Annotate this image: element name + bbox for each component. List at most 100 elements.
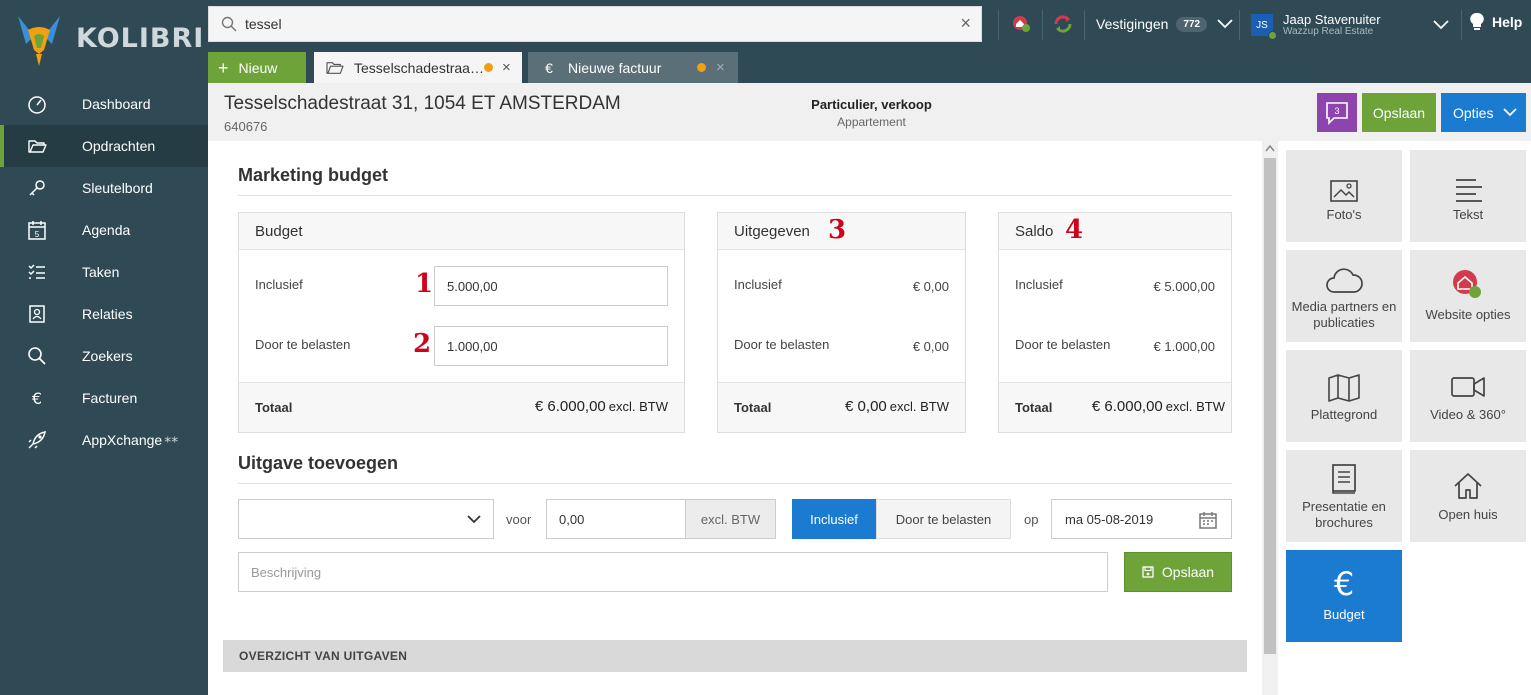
annotation-marker-1: 1 — [415, 269, 434, 299]
image-icon — [1286, 180, 1402, 202]
sidebar-item-relaties[interactable]: Relaties — [0, 293, 208, 335]
tile-fotos[interactable]: Foto's — [1286, 150, 1402, 242]
calendar-icon[interactable] — [1198, 510, 1218, 530]
tile-tekst[interactable]: Tekst — [1410, 150, 1526, 242]
plus-icon: + — [218, 57, 229, 78]
tile-open-huis[interactable]: Open huis — [1410, 450, 1526, 542]
sidebar-item-opdrachten[interactable]: Opdrachten — [0, 125, 208, 167]
kolibri-bird-icon — [14, 10, 64, 66]
app-logo[interactable]: KOLIBRI — [14, 10, 204, 66]
tile-video[interactable]: Video & 360° — [1410, 350, 1526, 442]
total-suffix: excl. BTW — [889, 399, 949, 414]
tile-label: Open huis — [1438, 507, 1498, 522]
expense-date-input[interactable]: ma 05-08-2019 — [1051, 499, 1232, 539]
options-label: Opties — [1453, 104, 1494, 121]
lightbulb-icon — [1470, 12, 1484, 30]
divider — [1084, 10, 1085, 40]
total-value: € 6.000,00 excl. BTW — [535, 398, 668, 415]
divider — [1042, 10, 1043, 40]
save-button[interactable]: Opslaan — [1362, 93, 1436, 132]
options-dropdown-button[interactable]: Opties — [1441, 93, 1526, 132]
card-header: Uitgegeven 3 — [718, 213, 965, 250]
scrollbar-thumb[interactable] — [1264, 158, 1276, 654]
sidebar-item-label: AppXchange ⁎⁎ — [82, 428, 179, 449]
sidebar-item-taken[interactable]: Taken — [0, 251, 208, 293]
tile-website-opties[interactable]: Website opties — [1410, 250, 1526, 342]
add-expense-save-button[interactable]: Opslaan — [1124, 552, 1232, 592]
toggle-inclusief[interactable]: Inclusief — [792, 499, 876, 539]
tab-tesselschadestraat[interactable]: Tesselschadestraa… × — [314, 52, 522, 83]
tile-label: Budget — [1323, 607, 1365, 622]
tile-plattegrond[interactable]: Plattegrond — [1286, 350, 1402, 442]
sidebar-item-facturen[interactable]: € Facturen — [0, 377, 208, 419]
scroll-up-arrow-icon[interactable] — [1265, 144, 1275, 152]
expense-category-select[interactable] — [238, 499, 494, 539]
tab-nieuwe-factuur[interactable]: € Nieuwe factuur × — [528, 52, 738, 83]
section-title-marketing-budget: Marketing budget — [238, 165, 389, 185]
row-value: € 5.000,00 — [1153, 279, 1215, 294]
chevron-down-icon — [467, 515, 481, 524]
tile-label: Website opties — [1425, 307, 1511, 322]
total-label: Totaal — [734, 400, 772, 415]
card-title: Uitgegeven — [734, 223, 810, 240]
tile-presentatie[interactable]: Presentatie en brochures — [1286, 450, 1402, 542]
tile-budget[interactable]: € Budget — [1286, 550, 1402, 642]
user-menu[interactable]: JS Jaap Stavenuiter Wazzup Real Estate — [1251, 10, 1449, 40]
sync-icon[interactable] — [1052, 13, 1074, 35]
expense-description-input[interactable]: Beschrijving — [238, 552, 1108, 592]
sidebar-item-sleutelbord[interactable]: Sleutelbord — [0, 167, 208, 209]
close-tab-icon[interactable]: × — [502, 59, 511, 76]
object-subtype: Appartement — [837, 115, 906, 129]
help-label: Help — [1492, 14, 1523, 30]
tile-label: Tekst — [1452, 207, 1484, 222]
sparkle-icon: ⁎⁎ — [164, 428, 179, 445]
sidebar-item-agenda[interactable]: 5 Agenda — [0, 209, 208, 251]
tile-label: Plattegrond — [1310, 407, 1378, 422]
balance-card: Saldo 4 Inclusief € 5.000,00 Door te bel… — [998, 212, 1232, 433]
calendar-day-text: 5 — [35, 230, 40, 239]
new-button[interactable]: + Nieuw — [208, 52, 306, 83]
total-amount: € 0,00 — [845, 398, 887, 415]
divider — [238, 195, 1232, 196]
chat-count: 3 — [1334, 106, 1339, 116]
expense-amount-input[interactable]: 0,00 — [546, 499, 686, 539]
tile-label: Foto's — [1326, 207, 1362, 222]
card-footer: Totaal € 0,00 excl. BTW — [718, 382, 965, 432]
house-notification-icon[interactable] — [1010, 13, 1032, 35]
topbar: tessel × Vestigingen 772 JS Jaap Stavenu… — [208, 0, 1531, 83]
folder-open-icon — [326, 59, 344, 77]
video-camera-icon — [1410, 376, 1526, 398]
vestigingen-dropdown[interactable]: Vestigingen 772 — [1096, 12, 1233, 36]
help-button[interactable]: Help — [1470, 12, 1522, 32]
card-header: Saldo 4 — [999, 213, 1231, 250]
sidebar-item-dashboard[interactable]: Dashboard — [0, 83, 208, 125]
user-organization: Wazzup Real Estate — [1283, 25, 1374, 37]
annotation-marker-4: 4 — [1065, 215, 1084, 245]
budget-inclusief-input[interactable]: 5.000,00 — [434, 266, 668, 306]
sidebar-item-appxchange[interactable]: AppXchange ⁎⁎ — [0, 419, 208, 461]
object-type: Particulier, verkoop — [811, 97, 932, 112]
budget-door-te-belasten-input[interactable]: 1.000,00 — [434, 326, 668, 366]
total-amount: € 6.000,00 — [534, 398, 606, 415]
tile-media-partners[interactable]: Media partners en publicaties — [1286, 250, 1402, 342]
budget-card: Budget Inclusief 1 5.000,00 Door te bela… — [238, 212, 685, 433]
sidebar-item-label: Sleutelbord — [82, 180, 153, 196]
overview-section-header[interactable]: OVERZICHT VAN UITGAVEN — [223, 640, 1247, 672]
search-input[interactable]: tessel × — [208, 6, 982, 42]
brochure-icon — [1286, 464, 1402, 494]
sidebar-item-zoekers[interactable]: Zoekers — [0, 335, 208, 377]
calendar-icon: 5 — [28, 221, 46, 240]
card-title: Saldo — [1015, 223, 1054, 240]
chat-button[interactable]: 3 — [1317, 93, 1357, 132]
save-label: Opslaan — [1161, 564, 1215, 580]
website-house-icon — [1410, 268, 1526, 300]
annotation-marker-2: 2 — [413, 329, 432, 359]
euro-icon: € — [545, 59, 553, 76]
tile-label: Presentatie en brochures — [1302, 499, 1386, 530]
sidebar-item-label: Opdrachten — [82, 138, 156, 154]
toggle-door-te-belasten[interactable]: Door te belasten — [876, 499, 1011, 539]
close-tab-icon[interactable]: × — [716, 59, 725, 76]
clear-search-icon[interactable]: × — [960, 13, 971, 34]
divider — [1461, 10, 1462, 40]
chat-bubble-icon: 3 — [1326, 101, 1348, 125]
